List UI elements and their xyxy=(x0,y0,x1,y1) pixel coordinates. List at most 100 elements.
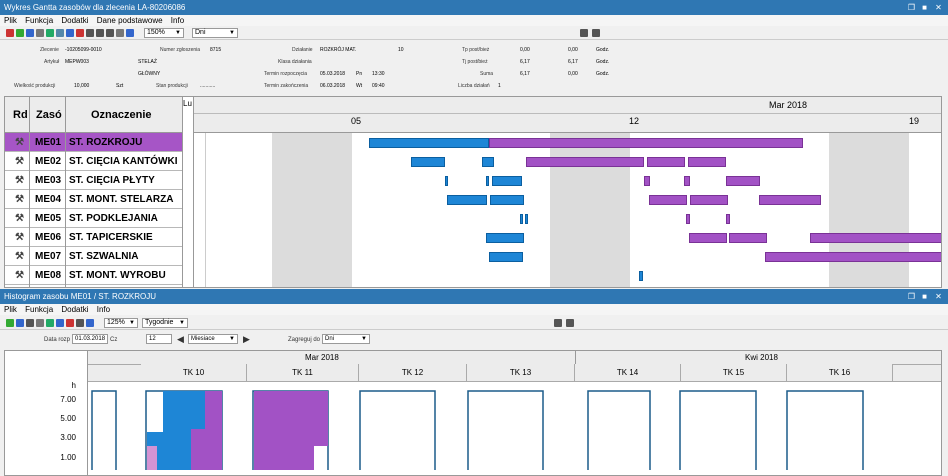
task-bar[interactable] xyxy=(369,138,489,148)
blue-bars-icon[interactable] xyxy=(26,29,34,37)
task-bar[interactable] xyxy=(765,252,941,262)
task-bar[interactable] xyxy=(482,157,494,167)
task-bar[interactable] xyxy=(759,195,821,205)
task-bar[interactable] xyxy=(690,195,728,205)
move-red-icon[interactable] xyxy=(76,29,84,37)
row-tool-icon[interactable]: ⚒ xyxy=(15,209,24,228)
resource-row-me01[interactable]: ⚒ ME01 ST. ROZKROJU xyxy=(5,133,182,152)
folder-icon[interactable] xyxy=(96,29,104,37)
refresh-icon[interactable] xyxy=(86,319,94,327)
save-icon[interactable] xyxy=(76,319,84,327)
save-icon[interactable] xyxy=(106,29,114,37)
task-bar[interactable] xyxy=(726,214,730,224)
task-bar[interactable] xyxy=(689,233,727,243)
filter-icon[interactable] xyxy=(86,29,94,37)
task-bar[interactable] xyxy=(688,157,726,167)
clock-icon[interactable] xyxy=(26,319,34,327)
load-bar-pink[interactable] xyxy=(147,446,157,470)
task-bar[interactable] xyxy=(492,176,522,186)
refresh-icon[interactable] xyxy=(126,29,134,37)
resource-row-me05[interactable]: ⚒ ME05 ST. PODKLEJANIA xyxy=(5,209,182,228)
header-oznaczenie[interactable]: Oznaczenie xyxy=(91,109,152,121)
preview-icon[interactable] xyxy=(566,319,574,327)
aggregate-select[interactable]: Dni ▼ xyxy=(322,334,370,344)
unit-select[interactable]: Dni ▼ xyxy=(192,28,238,38)
green-bars-icon[interactable] xyxy=(6,319,14,327)
start-date-input[interactable]: 01.03.2018 xyxy=(72,334,108,344)
hmenu-funkcja[interactable]: Funkcja xyxy=(25,305,53,314)
resource-row-me07[interactable]: ⚒ ME07 ST. SZWALNIA xyxy=(5,247,182,266)
load-bar-blue[interactable] xyxy=(163,391,191,470)
task-bar[interactable] xyxy=(447,195,487,205)
resource-row-me08[interactable]: ⚒ ME08 ST. MONT. WYROBU xyxy=(5,266,182,285)
prev-arrow-icon[interactable]: ◀ xyxy=(177,334,184,345)
task-bar[interactable] xyxy=(486,233,524,243)
print-icon[interactable] xyxy=(554,319,562,327)
row-tool-icon[interactable]: ⚒ xyxy=(15,266,24,285)
row-tool-icon[interactable]: ⚒ xyxy=(15,247,24,266)
task-bar[interactable] xyxy=(525,214,528,224)
move-icon[interactable] xyxy=(56,319,64,327)
task-bar[interactable] xyxy=(489,138,803,148)
header-rd[interactable]: Rd xyxy=(13,109,28,121)
task-bar[interactable] xyxy=(520,214,523,224)
task-bar[interactable] xyxy=(526,157,644,167)
task-bar[interactable] xyxy=(684,176,690,186)
task-bar[interactable] xyxy=(639,271,643,281)
task-bar[interactable] xyxy=(726,176,760,186)
resource-row-me02[interactable]: ⚒ ME02 ST. CIĘCIA KANTÓWKI xyxy=(5,152,182,171)
task-bar[interactable] xyxy=(490,195,524,205)
menu-info[interactable]: Info xyxy=(171,16,184,25)
maximize-icon[interactable]: ■ xyxy=(920,3,929,12)
task-bar[interactable] xyxy=(686,214,690,224)
move-red-icon[interactable] xyxy=(66,319,74,327)
task-bar[interactable] xyxy=(489,252,523,262)
red-bars-icon[interactable] xyxy=(6,29,14,37)
load-bar-blue[interactable] xyxy=(191,391,205,429)
task-bar[interactable] xyxy=(486,176,489,186)
row-tool-icon[interactable]: ⚒ xyxy=(15,133,24,152)
clear-icon[interactable] xyxy=(116,29,124,37)
menu-dane[interactable]: Dane podstawowe xyxy=(97,16,163,25)
grid-icon[interactable] xyxy=(36,319,44,327)
move-icon[interactable] xyxy=(66,29,74,37)
next-arrow-icon[interactable]: ▶ xyxy=(243,334,250,345)
load-bar-purple[interactable] xyxy=(314,391,328,446)
restore-icon[interactable]: ❐ xyxy=(907,292,916,301)
menu-dodatki[interactable]: Dodatki xyxy=(61,16,88,25)
row-tool-icon[interactable]: ⚒ xyxy=(15,171,24,190)
load-bar-purple[interactable] xyxy=(191,429,205,470)
menu-funkcja[interactable]: Funkcja xyxy=(25,16,53,25)
expand-icon[interactable] xyxy=(46,29,54,37)
close-icon[interactable]: ✕ xyxy=(934,3,943,12)
task-bar[interactable] xyxy=(649,195,687,205)
task-bar[interactable] xyxy=(810,233,941,243)
zoom-select[interactable]: 150% ▼ xyxy=(144,28,184,38)
resource-row-me03[interactable]: ⚒ ME03 ST. CIĘCIA PŁYTY xyxy=(5,171,182,190)
task-bar[interactable] xyxy=(445,176,448,186)
histogram-zoom-select[interactable]: 125% ▼ xyxy=(104,318,138,328)
blue-bars-icon[interactable] xyxy=(16,319,24,327)
hmenu-dodatki[interactable]: Dodatki xyxy=(61,305,88,314)
histogram-unit-select[interactable]: Tygodnie ▼ xyxy=(142,318,188,328)
expand-icon[interactable] xyxy=(46,319,54,327)
task-bar[interactable] xyxy=(729,233,767,243)
header-zaso[interactable]: Zasó xyxy=(36,109,62,121)
row-tool-icon[interactable]: ⚒ xyxy=(15,190,24,209)
chart-icon[interactable] xyxy=(56,29,64,37)
close-icon[interactable]: ✕ xyxy=(934,292,943,301)
load-bar-purple[interactable] xyxy=(254,391,314,470)
resource-row-me06[interactable]: ⚒ ME06 ST. TAPICERSKIE xyxy=(5,228,182,247)
row-tool-icon[interactable]: ⚒ xyxy=(15,152,24,171)
hmenu-plik[interactable]: Plik xyxy=(4,305,17,314)
print-icon[interactable] xyxy=(580,29,588,37)
hmenu-info[interactable]: Info xyxy=(97,305,110,314)
row-tool-icon[interactable]: ⚒ xyxy=(15,228,24,247)
menu-plik[interactable]: Plik xyxy=(4,16,17,25)
task-bar[interactable] xyxy=(647,157,685,167)
period-select[interactable]: Miesiace ▼ xyxy=(188,334,238,344)
load-bar-purple[interactable] xyxy=(205,391,222,470)
resource-row-me04[interactable]: ⚒ ME04 ST. MONT. STELARZA xyxy=(5,190,182,209)
grid-icon[interactable] xyxy=(36,29,44,37)
task-bar[interactable] xyxy=(644,176,650,186)
